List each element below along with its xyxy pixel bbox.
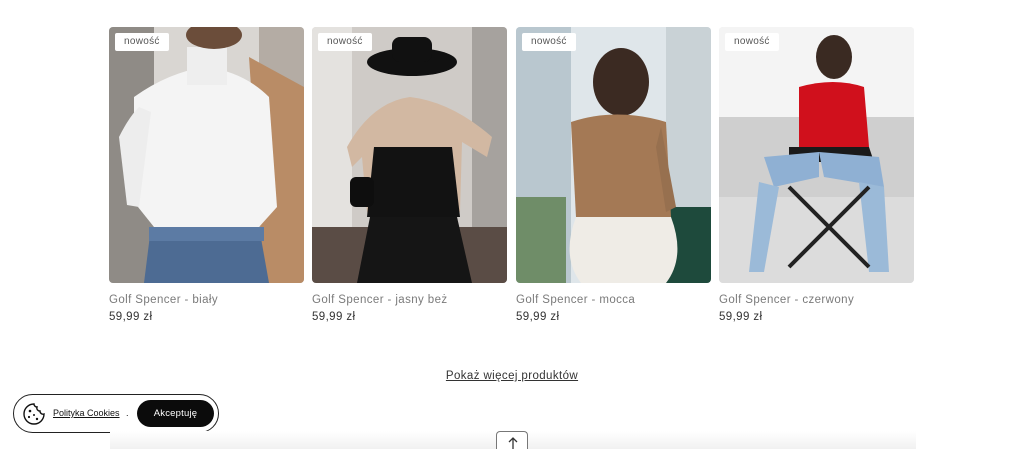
product-image[interactable]: nowość <box>516 27 711 283</box>
product-grid: nowość Golf Spencer - biały 59,99 zł now… <box>109 27 915 327</box>
product-card: nowość Golf Spencer - mocca 59,99 zł <box>516 27 711 323</box>
product-photo-mocca <box>516 27 711 283</box>
product-name[interactable]: Golf Spencer - czerwony <box>719 294 914 306</box>
product-photo-beige <box>312 27 507 283</box>
product-name[interactable]: Golf Spencer - biały <box>109 294 304 306</box>
arrow-up-icon <box>508 437 518 449</box>
show-more-link[interactable]: Pokaż więcej produktów <box>446 370 578 382</box>
accept-cookies-button[interactable]: Akceptuję <box>137 400 214 427</box>
new-badge: nowość <box>318 33 372 51</box>
product-image[interactable]: nowość <box>719 27 914 283</box>
product-price: 59,99 zł <box>312 311 356 323</box>
cookie-separator: . <box>126 408 129 418</box>
product-photo-white <box>109 27 304 283</box>
new-badge: nowość <box>115 33 169 51</box>
product-image[interactable]: nowość <box>109 27 304 283</box>
product-card: nowość Golf Spencer - biały 59,99 zł <box>109 27 304 323</box>
product-name[interactable]: Golf Spencer - mocca <box>516 294 711 306</box>
cookie-policy-link[interactable]: Polityka Cookies <box>53 408 120 418</box>
product-card: nowość Golf Spencer - jasny beż 59,99 zł <box>312 27 507 323</box>
product-card: nowość Golf Spencer - czerwony 59,99 zł <box>719 27 914 323</box>
scroll-to-top-button[interactable] <box>496 431 528 449</box>
product-name[interactable]: Golf Spencer - jasny beż <box>312 294 507 306</box>
product-price: 59,99 zł <box>109 311 153 323</box>
product-image[interactable]: nowość <box>312 27 507 283</box>
cookie-bar: Polityka Cookies . Akceptuję <box>13 394 219 433</box>
product-price: 59,99 zł <box>719 311 763 323</box>
product-price: 59,99 zł <box>516 311 560 323</box>
product-photo-red <box>719 27 914 283</box>
show-more-container: Pokaż więcej produktów <box>0 364 1024 383</box>
cookie-icon <box>22 402 46 426</box>
new-badge: nowość <box>725 33 779 51</box>
new-badge: nowość <box>522 33 576 51</box>
